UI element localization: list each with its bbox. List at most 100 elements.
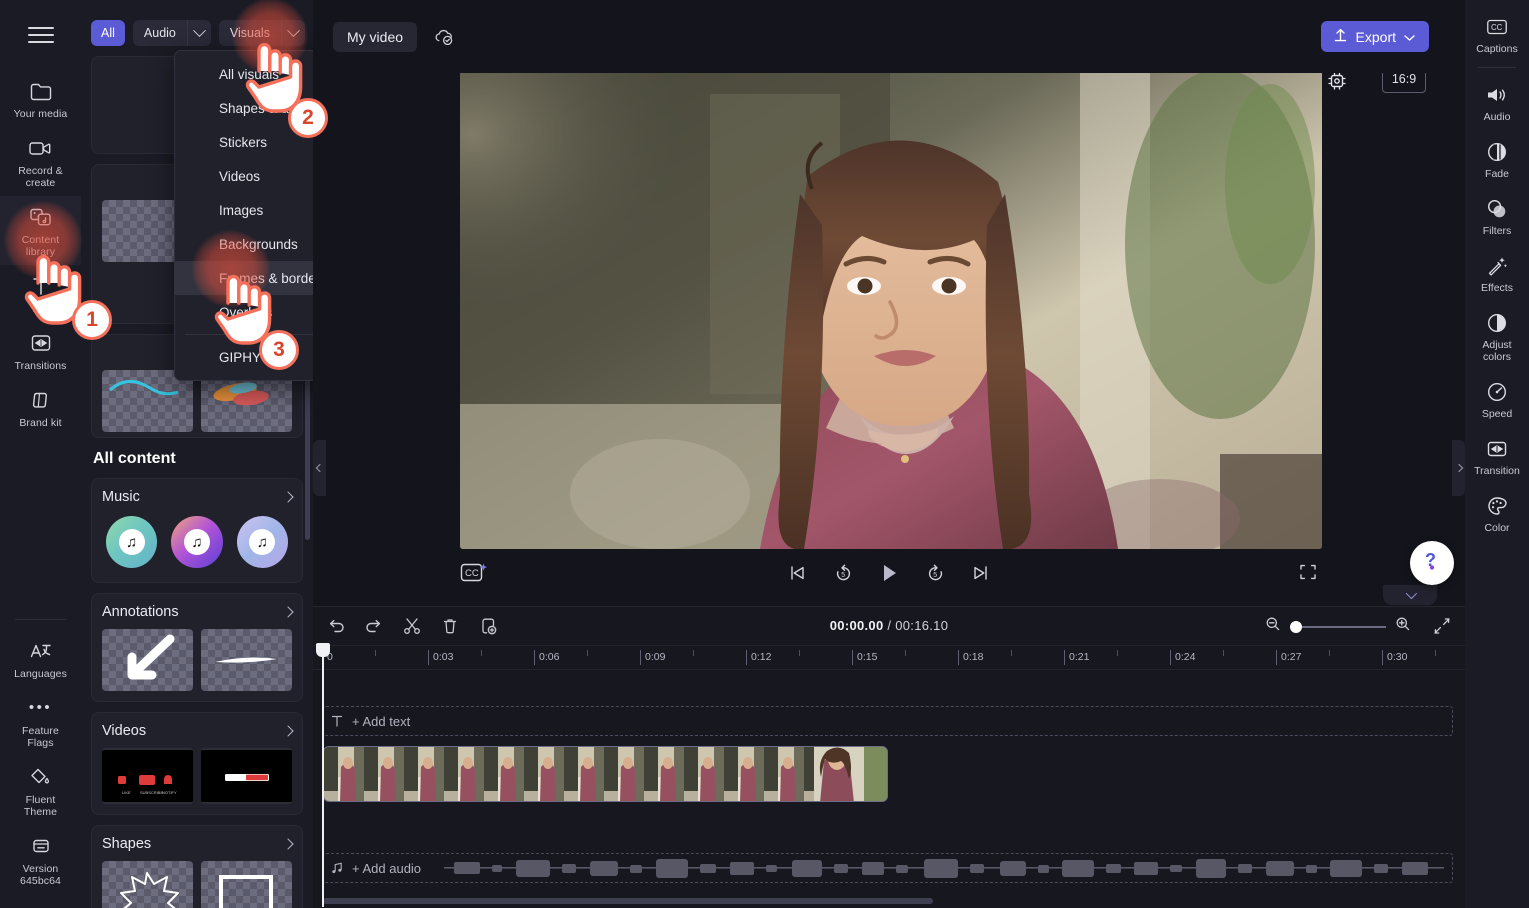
undo-button[interactable] — [325, 615, 347, 637]
filter-chip-audio-caret[interactable] — [186, 20, 211, 46]
right-item-effects[interactable]: Effects — [1465, 245, 1529, 302]
split-button[interactable] — [401, 615, 423, 637]
skip-to-end-button[interactable] — [969, 561, 993, 585]
menu-item-all-visuals[interactable]: All visuals — [175, 57, 313, 91]
sidebar-item-fluent-theme[interactable]: Fluent Theme — [0, 756, 81, 825]
right-item-filters[interactable]: Filters — [1465, 188, 1529, 245]
fit-to-screen-button[interactable] — [1433, 617, 1451, 635]
menu-item-label: Overlays — [219, 304, 273, 320]
help-button[interactable]: ? — [1410, 541, 1454, 585]
settings-gear-icon[interactable] — [1326, 70, 1348, 92]
filter-chip-visuals[interactable]: Visuals — [218, 20, 281, 46]
sidebar-item-record-create[interactable]: Record & create — [0, 127, 81, 196]
play-button[interactable] — [877, 561, 901, 585]
sidebar-item-label: Brand kit — [19, 417, 62, 429]
content-thumbnail[interactable] — [102, 861, 193, 908]
menu-divider — [185, 334, 313, 335]
question-mark-icon: ? — [1419, 547, 1445, 580]
delete-button[interactable] — [439, 615, 461, 637]
hidden-section-title-a — [102, 67, 106, 83]
version-icon — [28, 834, 54, 858]
section-title: Shapes — [102, 836, 152, 852]
section-head-music: Music — [102, 489, 294, 505]
content-thumbnail[interactable]: LIKE SUBSCRIBE NOTIFY — [102, 748, 193, 804]
collapse-right-panel-handle[interactable] — [1452, 440, 1465, 496]
sidebar-item-languages[interactable]: Languages — [0, 630, 81, 687]
timeline-ruler[interactable]: 0 0:03 0:06 0:09 0:12 0:15 0:18 0:21 0:2… — [313, 646, 1465, 670]
speaker-icon — [1485, 84, 1509, 106]
sidebar-item-feature-flags[interactable]: ••• Feature Flags — [0, 687, 81, 756]
filter-chip-audio[interactable]: Audio — [132, 20, 187, 46]
chevron-down-icon — [1404, 29, 1415, 45]
menu-item-giphy[interactable]: GIPHY — [175, 340, 313, 374]
zoom-out-icon[interactable] — [1265, 616, 1281, 637]
video-preview[interactable] — [460, 64, 1322, 549]
collapse-left-panel-handle[interactable] — [313, 440, 326, 496]
camera-icon — [28, 136, 54, 160]
content-thumbnail[interactable] — [201, 629, 292, 691]
sidebar-item-your-media[interactable]: Your media — [0, 70, 81, 127]
filter-chip-visuals-caret[interactable] — [280, 20, 305, 46]
duplicate-button[interactable] — [477, 615, 499, 637]
hamburger-menu-button[interactable] — [0, 0, 81, 70]
redo-button[interactable] — [363, 615, 385, 637]
music-disc[interactable]: ♫ — [171, 516, 223, 568]
right-item-captions[interactable]: CC Captions — [1465, 0, 1529, 63]
rewind-5s-button[interactable]: 5 — [831, 561, 855, 585]
menu-item-overlays[interactable]: Overlays — [175, 295, 313, 329]
filter-chip-all[interactable]: All — [91, 20, 125, 46]
chevron-right-icon[interactable] — [282, 491, 294, 503]
right-item-label: Fade — [1485, 168, 1509, 180]
menu-item-label: Stickers — [219, 134, 268, 150]
playhead[interactable] — [316, 643, 330, 907]
forward-5s-button[interactable]: 5 — [923, 561, 947, 585]
right-item-fade[interactable]: Fade — [1465, 131, 1529, 188]
timeline-horizontal-scrollbar[interactable] — [323, 898, 933, 904]
chevron-right-icon[interactable] — [282, 606, 294, 618]
sidebar-item-text[interactable]: Text — [0, 265, 81, 322]
zoom-slider[interactable] — [1290, 620, 1386, 633]
content-filter-bar: All Audio Visuals — [81, 0, 313, 56]
music-disc[interactable]: ♫ — [106, 516, 158, 568]
hidden-section-title-c — [102, 345, 106, 361]
ellipsis-icon: ••• — [28, 699, 53, 716]
menu-item-stickers[interactable]: Stickers — [175, 125, 313, 159]
menu-item-videos[interactable]: Videos — [175, 159, 313, 193]
sidebar-item-content-library[interactable]: Content library — [0, 196, 81, 265]
zoom-slider-knob[interactable] — [1290, 620, 1302, 633]
content-thumbnail[interactable] — [102, 629, 193, 691]
content-thumbnail[interactable] — [201, 861, 292, 908]
export-button[interactable]: Export — [1320, 21, 1429, 52]
text-icon — [330, 714, 344, 728]
right-item-transition[interactable]: Transition — [1465, 428, 1529, 485]
video-clip[interactable] — [323, 746, 888, 802]
right-item-adjust-colors[interactable]: Adjust colors — [1465, 302, 1529, 371]
zoom-in-icon[interactable] — [1395, 616, 1411, 637]
skip-to-start-button[interactable] — [785, 561, 809, 585]
rail-bottom-group: Languages ••• Feature Flags Fluent Theme… — [0, 630, 81, 908]
music-disc[interactable]: ♫ — [236, 516, 288, 568]
music-thumb-row: ♫ ♫ ♫ — [102, 514, 292, 572]
collapse-timeline-handle[interactable] — [1383, 585, 1437, 605]
content-thumbnail[interactable] — [201, 748, 292, 804]
right-item-speed[interactable]: Speed — [1465, 371, 1529, 428]
chevron-right-icon[interactable] — [282, 725, 294, 737]
ruler-tick-minor — [1329, 650, 1333, 665]
menu-item-images[interactable]: Images — [175, 193, 313, 227]
menu-item-backgrounds[interactable]: Backgrounds — [175, 227, 313, 261]
sidebar-item-version[interactable]: Version 645bc64 — [0, 825, 81, 894]
menu-item-frames-borders[interactable]: Frames & borders — [175, 261, 313, 295]
project-name-field[interactable]: My video — [333, 22, 418, 52]
fullscreen-button[interactable] — [1299, 563, 1317, 581]
sidebar-item-transitions[interactable]: Transitions — [0, 322, 81, 379]
text-track[interactable]: + Add text — [323, 706, 1453, 736]
audio-track[interactable]: + Add audio — [323, 853, 1453, 883]
sidebar-item-brand-kit[interactable]: Brand kit — [0, 379, 81, 436]
right-item-color[interactable]: Color — [1465, 485, 1529, 542]
ruler-tick-minor — [587, 650, 591, 665]
transitions-icon — [28, 331, 54, 355]
add-text-label: + Add text — [352, 713, 411, 729]
chevron-right-icon[interactable] — [282, 838, 294, 850]
menu-item-shapes-annotations[interactable]: Shapes & annotations — [175, 91, 313, 125]
right-item-audio[interactable]: Audio — [1465, 74, 1529, 131]
